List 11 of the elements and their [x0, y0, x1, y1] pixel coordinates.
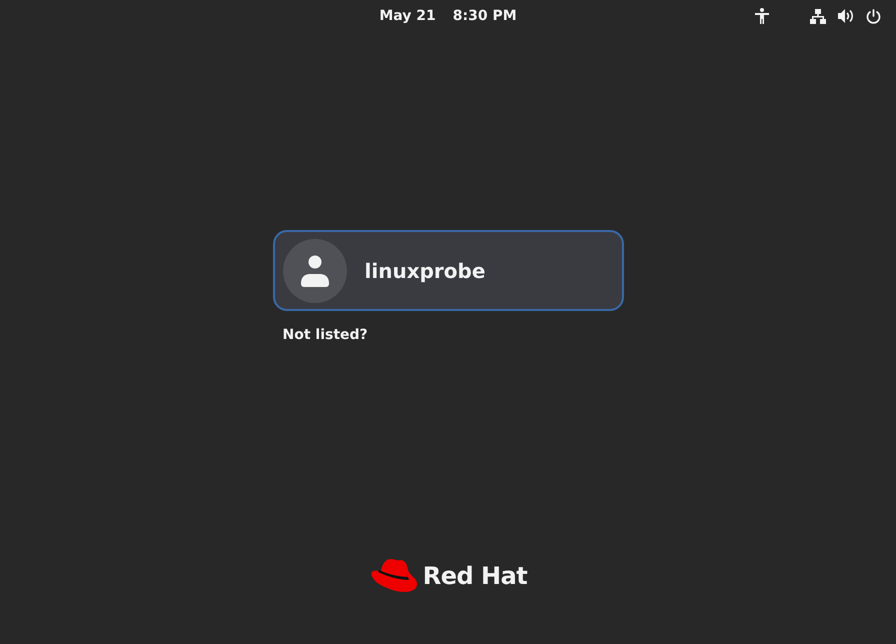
- network-icon[interactable]: [810, 8, 826, 24]
- user-list-item[interactable]: linuxprobe: [272, 230, 624, 311]
- date-label: May 21: [379, 6, 436, 26]
- not-listed-link[interactable]: Not listed?: [282, 325, 368, 346]
- user-avatar-icon: [282, 238, 346, 302]
- clock-label: 8:30 PM: [452, 6, 517, 26]
- hat-logo-icon: [368, 557, 419, 594]
- logo-text: Red Hat: [422, 560, 528, 592]
- accessibility-icon[interactable]: [755, 8, 769, 24]
- power-icon[interactable]: [866, 8, 881, 24]
- volume-icon[interactable]: [838, 9, 855, 23]
